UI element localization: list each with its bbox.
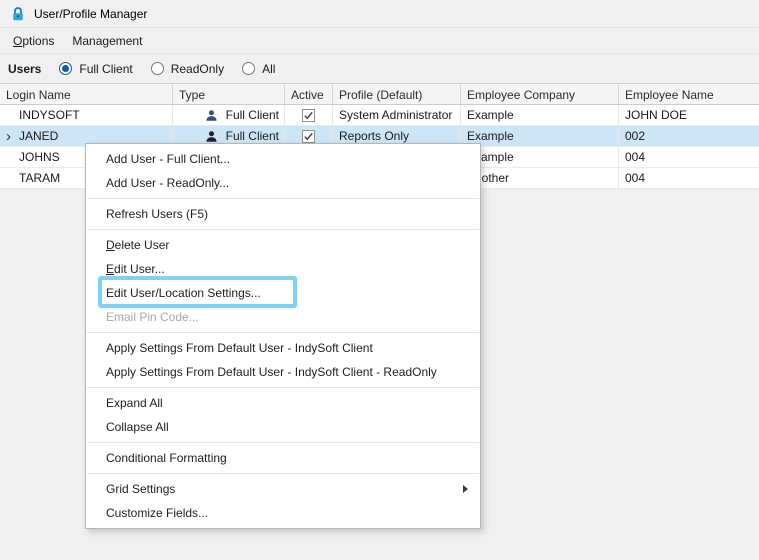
column-header-employee-company[interactable]: Employee Company — [461, 84, 619, 104]
login-name: TARAM — [19, 171, 61, 185]
column-header-login-name[interactable]: Login Name — [0, 84, 173, 104]
menu-item-add-user-full-client[interactable]: Add User - Full Client... — [86, 147, 480, 171]
radio-icon — [150, 62, 164, 75]
profile-cell: System Administrator — [333, 105, 461, 125]
menu-separator — [87, 332, 479, 333]
company-cell: Example — [461, 147, 619, 167]
employee-cell: JOHN DOE — [625, 108, 688, 122]
user-icon — [206, 130, 217, 142]
grid-header-row: Login Name Type Active Profile (Default)… — [0, 83, 759, 105]
radio-icon — [242, 62, 256, 75]
company-cell: Another — [461, 168, 619, 188]
menu-separator — [87, 198, 479, 199]
users-filter: Users Full Client ReadOnly All — [0, 54, 759, 83]
column-header-profile-default[interactable]: Profile (Default) — [333, 84, 461, 104]
menu-separator — [87, 473, 479, 474]
login-name: JANED — [19, 129, 59, 143]
column-header-type[interactable]: Type — [173, 84, 285, 104]
employee-cell: 002 — [625, 129, 646, 143]
radio-label: Full Client — [79, 61, 133, 76]
menu-item-conditional-formatting[interactable]: Conditional Formatting — [86, 446, 480, 470]
login-name: INDYSOFT — [19, 108, 80, 122]
menu-item-apply-settings-indysoft-client-readonly[interactable]: Apply Settings From Default User - IndyS… — [86, 360, 480, 384]
menu-management[interactable]: Management — [63, 28, 151, 53]
titlebar: User/Profile Manager — [0, 0, 759, 28]
menu-item-add-user-readonly[interactable]: Add User - ReadOnly... — [86, 171, 480, 195]
menu-item-expand-all[interactable]: Expand All — [86, 391, 480, 415]
context-menu: Add User - Full Client... Add User - Rea… — [85, 143, 481, 529]
lock-icon — [10, 6, 26, 22]
user-type: Full Client — [225, 108, 279, 122]
menu-item-grid-settings[interactable]: Grid Settings — [86, 477, 480, 501]
menu-separator — [87, 229, 479, 230]
users-label: Users — [8, 61, 42, 76]
user-icon — [206, 109, 217, 121]
active-checkbox[interactable] — [302, 129, 315, 143]
radio-full-client[interactable]: Full Client — [59, 61, 133, 76]
radio-label: ReadOnly — [170, 61, 225, 76]
company-cell: Example — [461, 105, 619, 125]
column-header-employee-name[interactable]: Employee Name — [619, 84, 759, 104]
menu-item-refresh-users[interactable]: Refresh Users (F5) — [86, 202, 480, 226]
menu-separator — [87, 442, 479, 443]
radio-icon — [59, 62, 73, 75]
selected-row-arrow-icon: › — [6, 127, 11, 145]
window-title: User/Profile Manager — [34, 6, 148, 21]
check-icon — [304, 111, 313, 119]
login-name: JOHNS — [19, 150, 60, 164]
company-cell: Example — [461, 126, 619, 146]
table-row[interactable]: INDYSOFT Full Client System Administrato… — [0, 105, 759, 126]
menu-item-customize-fields[interactable]: Customize Fields... — [86, 501, 480, 525]
menu-item-delete-user[interactable]: Delete User — [86, 233, 480, 257]
menubar: Options Management — [0, 28, 759, 54]
active-checkbox[interactable] — [302, 108, 315, 122]
user-type: Full Client — [225, 129, 279, 143]
employee-cell: 004 — [625, 150, 646, 164]
menu-options[interactable]: Options — [4, 28, 63, 53]
radio-all[interactable]: All — [242, 62, 275, 76]
menu-item-apply-settings-indysoft-client[interactable]: Apply Settings From Default User - IndyS… — [86, 336, 480, 360]
menu-item-email-pin-code: Email Pin Code... — [106, 310, 199, 324]
employee-cell: 004 — [625, 171, 646, 185]
menu-separator — [87, 387, 479, 388]
check-icon — [304, 132, 313, 140]
menu-item-edit-user-location-settings[interactable]: Edit User/Location Settings... — [86, 281, 480, 305]
user-profile-manager-window: User/Profile Manager Options Management … — [0, 0, 759, 560]
radio-label: All — [262, 61, 276, 76]
menu-item-collapse-all[interactable]: Collapse All — [86, 415, 480, 439]
radio-readonly[interactable]: ReadOnly — [150, 61, 225, 76]
menu-item-edit-user[interactable]: Edit User... — [86, 257, 480, 281]
submenu-arrow-icon — [463, 485, 468, 493]
column-header-active[interactable]: Active — [285, 84, 333, 104]
